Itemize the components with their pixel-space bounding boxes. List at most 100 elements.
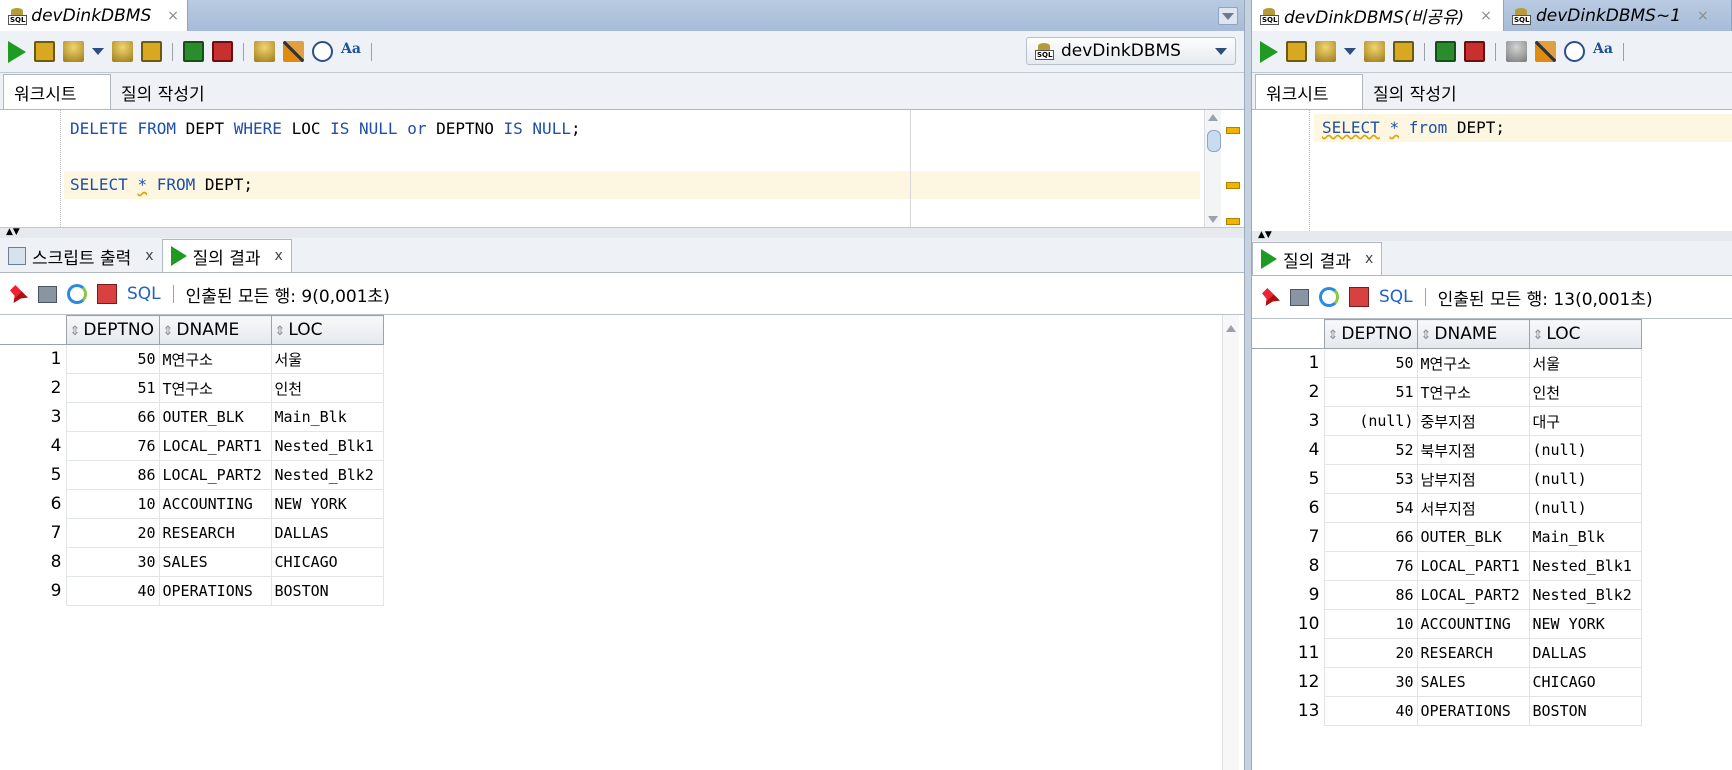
- pin-icon[interactable]: [10, 285, 28, 303]
- row-number[interactable]: 2: [1252, 377, 1324, 407]
- close-tab-icon[interactable]: x: [1365, 251, 1373, 267]
- editor-results-splitter[interactable]: ▲▼: [0, 228, 1244, 238]
- cell-loc[interactable]: Nested_Blk1: [270, 431, 384, 461]
- table-row[interactable]: 1 50 M연구소 서울: [1252, 348, 1642, 378]
- column-header[interactable]: ⇕ DEPTNO: [1323, 319, 1418, 349]
- rollback-icon[interactable]: [112, 41, 133, 62]
- cell-dname[interactable]: LOCAL_PART1: [158, 431, 272, 461]
- scroll-thumb[interactable]: [1207, 130, 1221, 152]
- table-row[interactable]: 2 51 T연구소 인천: [1252, 377, 1642, 407]
- run-statement-icon[interactable]: [8, 40, 26, 63]
- refresh-icon[interactable]: [67, 284, 87, 304]
- close-tab-icon[interactable]: ×: [1480, 8, 1492, 24]
- cell-loc[interactable]: 인천: [1528, 377, 1642, 407]
- table-row[interactable]: 9 86 LOCAL_PART2 Nested_Blk2: [1252, 580, 1642, 610]
- cell-loc[interactable]: Main_Blk: [270, 402, 384, 432]
- table-row[interactable]: 12 30 SALES CHICAGO: [1252, 667, 1642, 697]
- pin-icon[interactable]: [1262, 288, 1280, 306]
- cell-deptno[interactable]: 76: [65, 431, 160, 461]
- cell-dname[interactable]: RESEARCH: [158, 518, 272, 548]
- row-number[interactable]: 6: [1252, 493, 1324, 523]
- table-row[interactable]: 3 66 OUTER_BLK Main_Blk: [0, 402, 384, 432]
- tab-worksheet[interactable]: 워크시트: [3, 74, 111, 109]
- result-grid[interactable]: ⇕ DEPTNO ⇕ DNAME ⇕ LOC 1 50 M연구소 서울 2 51 T연구소 인천 3 (nul…: [1252, 318, 1732, 770]
- row-number[interactable]: 3: [1252, 406, 1324, 436]
- cell-loc[interactable]: Nested_Blk2: [1528, 580, 1642, 610]
- row-number[interactable]: 1: [1252, 348, 1324, 378]
- cell-deptno[interactable]: 86: [1323, 580, 1418, 610]
- cell-deptno[interactable]: 66: [65, 402, 160, 432]
- tab-query-result[interactable]: 질의 결과 x: [1252, 242, 1383, 275]
- row-number[interactable]: 8: [0, 547, 66, 577]
- cell-dname[interactable]: RESEARCH: [1416, 638, 1530, 668]
- table-row[interactable]: 7 66 OUTER_BLK Main_Blk: [1252, 522, 1642, 552]
- table-row[interactable]: 9 40 OPERATIONS BOSTON: [0, 576, 384, 606]
- cell-dname[interactable]: T연구소: [1416, 377, 1530, 407]
- cell-dname[interactable]: ACCOUNTING: [1416, 609, 1530, 639]
- overview-marker[interactable]: [1226, 218, 1240, 225]
- cell-dname[interactable]: LOCAL_PART1: [1416, 551, 1530, 581]
- column-header[interactable]: ⇕ DNAME: [1416, 319, 1530, 349]
- cell-deptno[interactable]: 20: [1323, 638, 1418, 668]
- code-line[interactable]: DELETE FROM DEPT WHERE LOC IS NULL or DE…: [70, 115, 581, 143]
- cell-dname[interactable]: T연구소: [158, 373, 272, 403]
- scroll-up-arrow[interactable]: [1226, 325, 1236, 332]
- cell-deptno[interactable]: 50: [65, 344, 160, 374]
- overview-marker[interactable]: [1226, 182, 1240, 189]
- cell-loc[interactable]: NEW YORK: [270, 489, 384, 519]
- format-case-icon[interactable]: Aa: [341, 41, 361, 62]
- cell-loc[interactable]: CHICAGO: [270, 547, 384, 577]
- tab-worksheet[interactable]: 워크시트: [1255, 74, 1363, 109]
- sql-editor[interactable]: DELETE FROM DEPT WHERE LOC IS NULL or DE…: [0, 110, 1244, 228]
- sort-icon[interactable]: ⇕: [70, 324, 81, 339]
- cell-deptno[interactable]: 40: [1323, 696, 1418, 726]
- row-number[interactable]: 1: [0, 344, 66, 374]
- cell-loc[interactable]: Nested_Blk1: [1528, 551, 1642, 581]
- export-icon[interactable]: [97, 284, 117, 304]
- cell-dname[interactable]: M연구소: [158, 344, 272, 374]
- clear-icon[interactable]: [283, 41, 304, 62]
- cell-deptno[interactable]: 66: [1323, 522, 1418, 552]
- table-row[interactable]: 3 (null) 중부지점 대구: [1252, 406, 1642, 436]
- row-number[interactable]: 10: [1252, 609, 1324, 639]
- table-row[interactable]: 4 52 북부지점 (null): [1252, 435, 1642, 465]
- sql-tuning-advisor-icon[interactable]: [212, 41, 233, 62]
- explain-plan-icon[interactable]: [1393, 41, 1414, 62]
- cell-deptno[interactable]: 52: [1323, 435, 1418, 465]
- row-number[interactable]: 5: [0, 460, 66, 490]
- cell-loc[interactable]: BOSTON: [270, 576, 384, 606]
- tab-list-dropdown[interactable]: [1218, 7, 1238, 25]
- sql-link[interactable]: SQL: [127, 284, 161, 304]
- pane-divider[interactable]: [1244, 0, 1252, 770]
- row-number[interactable]: 3: [0, 402, 66, 432]
- cell-deptno[interactable]: 10: [1323, 609, 1418, 639]
- table-row[interactable]: 11 20 RESEARCH DALLAS: [1252, 638, 1642, 668]
- column-header[interactable]: ⇕ DNAME: [158, 315, 272, 345]
- chevron-down-icon[interactable]: [92, 48, 104, 55]
- row-number[interactable]: 13: [1252, 696, 1324, 726]
- sql-link[interactable]: SQL: [1379, 287, 1413, 307]
- cell-dname[interactable]: 북부지점: [1416, 435, 1530, 465]
- tab-query-result[interactable]: 질의 결과 x: [161, 239, 292, 272]
- cell-dname[interactable]: LOCAL_PART2: [1416, 580, 1530, 610]
- table-row[interactable]: 7 20 RESEARCH DALLAS: [0, 518, 384, 548]
- close-tab-icon[interactable]: ×: [1697, 8, 1709, 24]
- clock-icon[interactable]: [312, 41, 333, 62]
- commit-icon[interactable]: [1315, 41, 1336, 62]
- cell-loc[interactable]: BOSTON: [1528, 696, 1642, 726]
- autotrace-icon[interactable]: [183, 41, 204, 62]
- cell-dname[interactable]: SALES: [158, 547, 272, 577]
- close-tab-icon[interactable]: ×: [167, 8, 179, 24]
- splitter-arrows-icon[interactable]: ▲▼: [1258, 231, 1272, 240]
- print-icon[interactable]: [38, 285, 57, 303]
- refresh-icon[interactable]: [1319, 287, 1339, 307]
- table-row[interactable]: 13 40 OPERATIONS BOSTON: [1252, 696, 1642, 726]
- row-number[interactable]: 9: [1252, 580, 1324, 610]
- table-row[interactable]: 6 54 서부지점 (null): [1252, 493, 1642, 523]
- editor-results-splitter[interactable]: ▲▼: [1252, 231, 1732, 241]
- row-number[interactable]: 4: [1252, 435, 1324, 465]
- table-row[interactable]: 4 76 LOCAL_PART1 Nested_Blk1: [0, 431, 384, 461]
- cell-loc[interactable]: 서울: [1528, 348, 1642, 378]
- cell-deptno[interactable]: (null): [1323, 406, 1418, 436]
- sort-icon[interactable]: ⇕: [1328, 328, 1339, 343]
